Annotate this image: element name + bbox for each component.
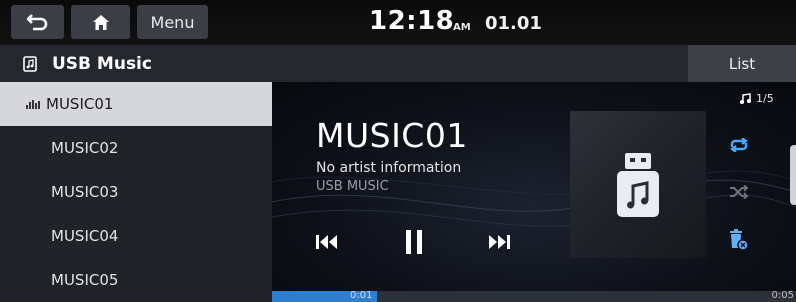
pause-button[interactable] [397, 228, 431, 256]
delete-file-icon [730, 229, 749, 251]
list-item-music01[interactable]: MUSIC01 [0, 82, 272, 126]
track-label: MUSIC01 [46, 95, 114, 113]
clock-date: 01.01 [485, 13, 542, 34]
source-header: USB Music List [0, 45, 796, 82]
status-bar: Menu 12:18 AM 01.01 [0, 0, 796, 45]
clock-ampm: AM [453, 22, 471, 33]
progress-bar[interactable]: 0:01 0:05 [272, 290, 796, 302]
track-label: MUSIC04 [51, 227, 119, 245]
repeat-button[interactable] [725, 132, 753, 158]
home-button[interactable] [71, 5, 130, 39]
song-title: MUSIC01 [316, 116, 468, 155]
player-panel: 1/5 MUSIC01 No artist information USB MU… [272, 82, 796, 291]
music-note-icon [740, 93, 751, 104]
usb-music-icon [23, 56, 37, 72]
track-counter: 1/5 [739, 92, 774, 105]
back-icon [26, 14, 47, 31]
shuffle-icon [730, 185, 749, 199]
list-item-music05[interactable]: MUSIC05 [0, 258, 272, 302]
back-button[interactable] [11, 5, 64, 39]
album-name: USB MUSIC [316, 179, 389, 194]
track-label: MUSIC05 [51, 271, 119, 289]
delete-button[interactable] [725, 227, 753, 253]
list-button[interactable]: List [688, 45, 796, 82]
artist-name: No artist information [316, 160, 462, 176]
skip-previous-icon [316, 235, 337, 249]
repeat-icon [730, 138, 748, 152]
previous-track-button[interactable] [310, 228, 344, 256]
track-list: MUSIC01 MUSIC02 MUSIC03 MUSIC04 MUSIC05 [0, 82, 272, 302]
side-drawer-handle[interactable] [790, 145, 796, 205]
track-label: MUSIC03 [51, 183, 119, 201]
menu-button[interactable]: Menu [137, 5, 208, 39]
pause-icon [406, 230, 422, 254]
home-icon [92, 14, 109, 30]
list-item-music03[interactable]: MUSIC03 [0, 170, 272, 214]
album-art [570, 111, 706, 258]
total-duration: 0:05 [771, 290, 794, 301]
list-item-music02[interactable]: MUSIC02 [0, 126, 272, 170]
now-playing-eq-icon [26, 100, 40, 109]
clock-time: 12:18 [369, 6, 455, 36]
source-title: USB Music [52, 54, 152, 74]
skip-next-icon [489, 235, 510, 249]
next-track-button[interactable] [482, 228, 516, 256]
usb-drive-icon [617, 152, 659, 217]
shuffle-button[interactable] [725, 179, 753, 205]
track-label: MUSIC02 [51, 139, 119, 157]
track-counter-text: 1/5 [756, 92, 774, 105]
elapsed-time: 0:01 [350, 290, 373, 301]
list-item-music04[interactable]: MUSIC04 [0, 214, 272, 258]
